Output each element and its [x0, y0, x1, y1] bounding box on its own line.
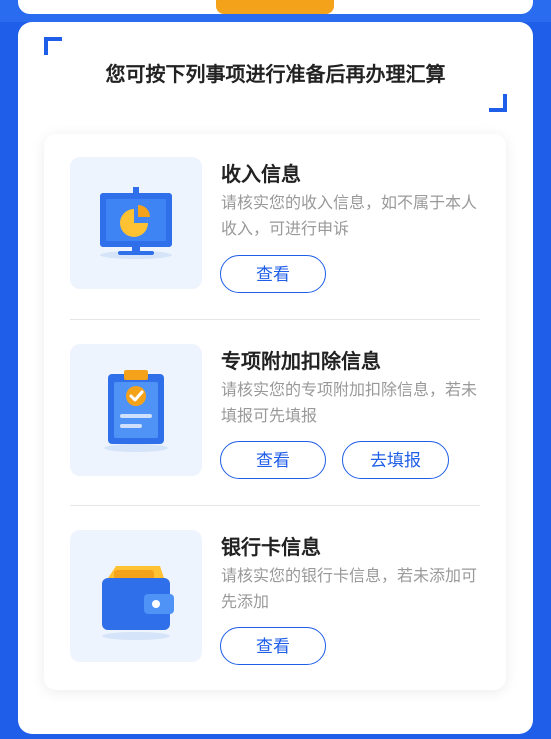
deduction-info-title: 专项附加扣除信息	[221, 349, 381, 373]
clipboard-check-icon	[70, 344, 202, 476]
income-info-description: 请核实您的收入信息，如不属于本人收入，可进行申诉	[221, 193, 478, 238]
deduction-info-description: 请核实您的专项附加扣除信息，若未填报可先填报	[221, 380, 478, 425]
corner-bracket-bottom-right-icon	[489, 94, 507, 112]
page-title: 您可按下列事项进行准备后再办理汇算	[105, 62, 446, 86]
deduction-fill-button[interactable]: 去填报	[342, 441, 449, 479]
divider	[70, 319, 480, 320]
income-view-button[interactable]: 查看	[220, 255, 326, 293]
wallet-icon	[70, 530, 202, 662]
bank-card-view-button[interactable]: 查看	[220, 627, 326, 665]
deduction-view-button[interactable]: 查看	[220, 441, 326, 479]
divider	[70, 505, 480, 506]
income-info-title: 收入信息	[221, 162, 301, 186]
bank-card-info-title: 银行卡信息	[221, 535, 321, 559]
presentation-chart-icon	[70, 157, 202, 289]
orange-tab-indicator	[216, 0, 334, 14]
corner-bracket-top-left-icon	[44, 37, 62, 55]
bank-card-info-description: 请核实您的银行卡信息，若未添加可先添加	[221, 566, 478, 611]
